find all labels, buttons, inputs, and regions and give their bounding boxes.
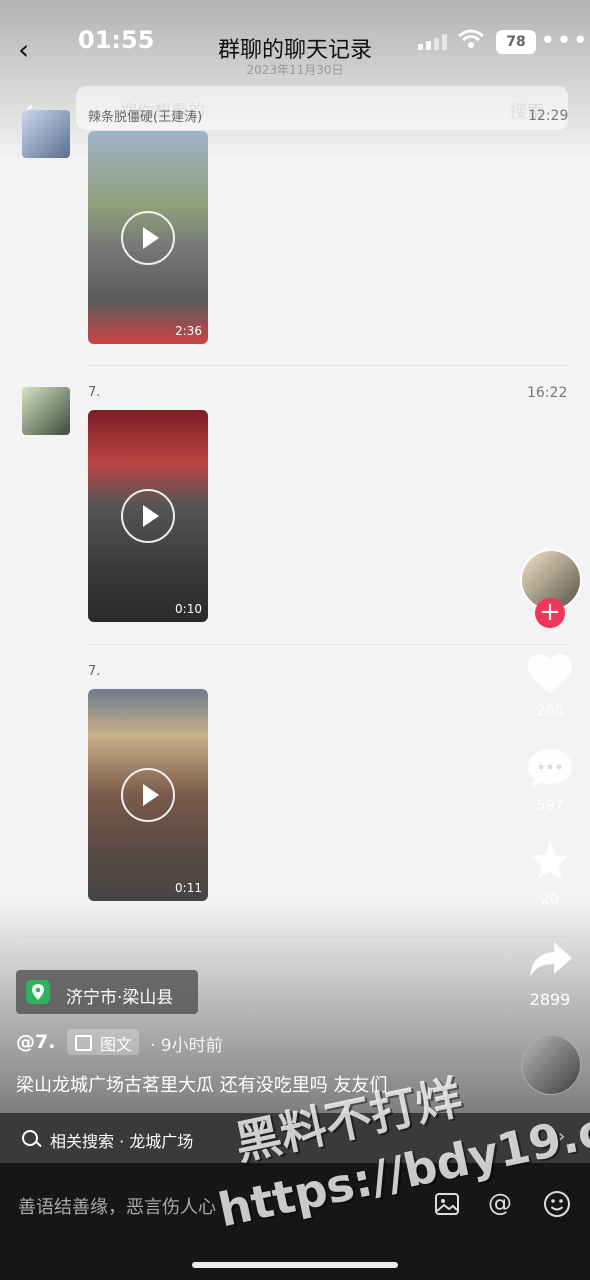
post-type-label: 图文 bbox=[100, 1035, 133, 1054]
play-icon[interactable] bbox=[121, 489, 175, 543]
divider bbox=[88, 365, 568, 366]
location-pin-icon bbox=[26, 980, 50, 1004]
play-icon[interactable] bbox=[121, 210, 175, 265]
play-icon[interactable] bbox=[121, 768, 175, 822]
image-post-icon bbox=[75, 1035, 92, 1051]
comment-input[interactable]: 善语结善缘，恶言伤人心 bbox=[18, 1193, 216, 1219]
share-icon[interactable] bbox=[528, 940, 574, 980]
video-message[interactable]: 0:11 bbox=[88, 689, 208, 901]
post-time: · 9小时前 bbox=[150, 1036, 223, 1056]
divider bbox=[88, 644, 568, 645]
video-message[interactable]: 2:36 bbox=[88, 131, 208, 344]
home-indicator bbox=[192, 1262, 398, 1268]
message-sender: 7. bbox=[88, 385, 101, 400]
message-time: 16:22 bbox=[527, 385, 568, 401]
favorite-count: 20 bbox=[541, 892, 559, 908]
search-icon bbox=[22, 1130, 38, 1146]
video-message[interactable]: 0:10 bbox=[88, 410, 208, 622]
avatar[interactable] bbox=[22, 110, 70, 158]
share-count: 2899 bbox=[529, 990, 571, 1009]
like-count: 268 bbox=[536, 703, 564, 719]
mention-icon[interactable]: @ bbox=[488, 1189, 512, 1217]
message-sender: 7. bbox=[88, 664, 101, 679]
author-name[interactable]: @7. bbox=[16, 1031, 55, 1053]
location-label: 济宁市·梁山县 bbox=[66, 988, 174, 1008]
emoji-icon[interactable] bbox=[543, 1190, 571, 1218]
comment-count: 597 bbox=[536, 798, 564, 814]
divider bbox=[20, 936, 568, 937]
page-title: 群聊的聊天记录 bbox=[217, 38, 372, 63]
comment-icon[interactable] bbox=[526, 746, 574, 790]
page-subtitle: 2023年11月30日 bbox=[246, 63, 344, 77]
video-duration: 0:10 bbox=[175, 602, 202, 616]
message-sender: 辣条脱僵硬(王建涛) bbox=[88, 110, 203, 125]
avatar[interactable] bbox=[22, 387, 70, 435]
video-duration: 0:11 bbox=[175, 881, 202, 895]
related-search-label[interactable]: 相关搜索 · 龙城广场 bbox=[50, 1128, 193, 1152]
video-duration: 2:36 bbox=[175, 324, 202, 338]
star-icon[interactable] bbox=[528, 840, 572, 882]
follow-button[interactable]: + bbox=[535, 598, 565, 628]
heart-icon[interactable] bbox=[526, 652, 574, 696]
message-time: 12:29 bbox=[528, 108, 569, 124]
